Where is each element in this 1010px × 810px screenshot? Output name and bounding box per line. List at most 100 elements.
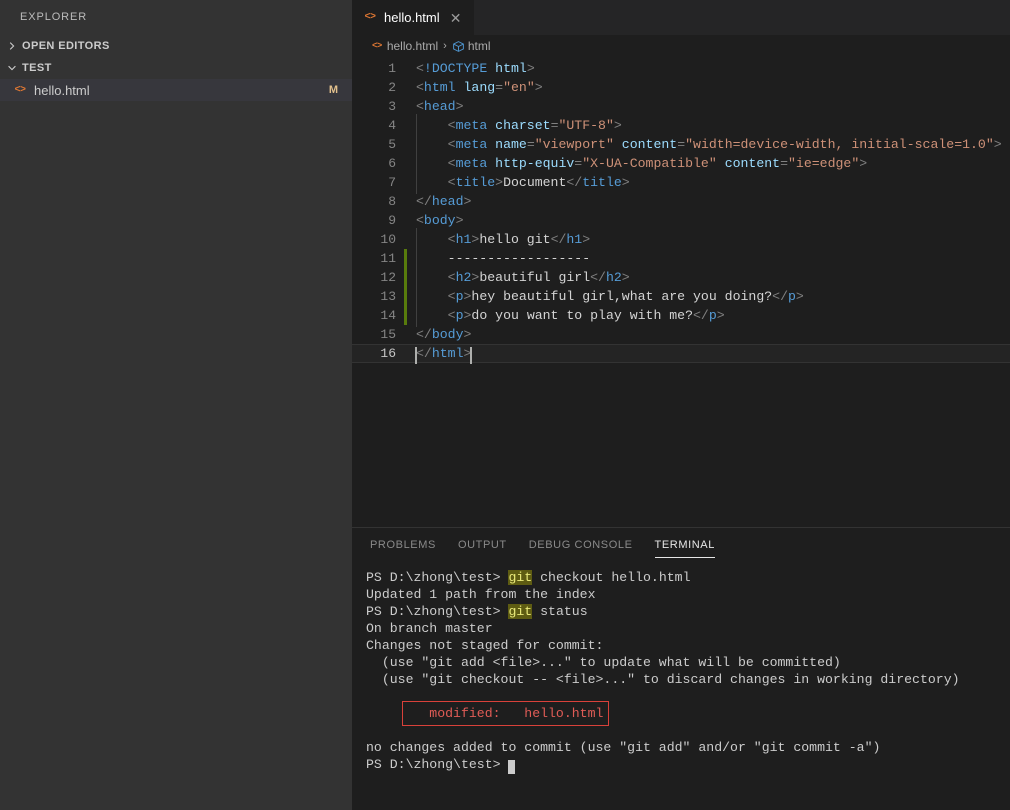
code-token: h2 (605, 270, 622, 285)
code-token: head (431, 194, 464, 209)
gutter (396, 211, 416, 230)
html-file-icon: <> (364, 12, 376, 23)
code-token: > (795, 289, 804, 304)
panel-tab-debug-console[interactable]: DEBUG CONSOLE (529, 528, 633, 563)
terminal-output-line: On branch master (366, 621, 493, 636)
code-line[interactable]: 2 <html lang="en"> (352, 78, 1010, 97)
code-token: content (724, 156, 781, 171)
code-editor[interactable]: 1 <!DOCTYPE html> 2 <html lang="en"> 3 <head>… (352, 57, 1010, 527)
code-token: p (455, 308, 464, 323)
terminal-cursor (508, 760, 516, 774)
code-token: </ (772, 289, 788, 304)
code-token: > (613, 118, 622, 133)
code-line[interactable]: 4 <meta charset="UTF-8"> (352, 114, 1010, 137)
code-line-text: ------------------ (416, 247, 1010, 270)
code-token: < (447, 175, 456, 190)
gutter (396, 154, 416, 173)
terminal-output[interactable]: PS D:\zhong\test> git checkout hello.htm… (352, 563, 1010, 810)
code-token: p (787, 289, 796, 304)
code-line[interactable]: 9 <body> (352, 211, 1010, 230)
code-line[interactable]: 10 <h1>hello git</h1> (352, 228, 1010, 251)
code-token: = (677, 137, 686, 152)
sidebar-section-open-editors[interactable]: OPEN EDITORS (0, 35, 352, 57)
code-line[interactable]: 12 <h2>beautiful girl</h2> (352, 266, 1010, 289)
bottom-panel: PROBLEMS OUTPUT DEBUG CONSOLE TERMINAL PS D… (352, 527, 1010, 810)
code-token: lang (463, 80, 496, 95)
code-token: hello git (479, 232, 551, 247)
code-token: do you want to play with me? (471, 308, 694, 323)
code-line[interactable]: 3 <head> (352, 97, 1010, 116)
code-line-text: </head> (416, 192, 1010, 211)
line-number: 14 (380, 308, 396, 323)
terminal-command-keyword: git (508, 604, 533, 619)
code-token: meta (455, 118, 488, 133)
panel-tab-terminal[interactable]: TERMINAL (654, 528, 716, 563)
code-token: = (780, 156, 789, 171)
code-line[interactable]: 5 <meta name="viewport" content="width=d… (352, 133, 1010, 156)
code-token: > (859, 156, 868, 171)
indent-guide (416, 133, 448, 156)
code-line[interactable]: 13 <p>hey beautiful girl,what are you do… (352, 285, 1010, 308)
code-token: !DOCTYPE (423, 61, 488, 76)
git-status-badge: M (328, 84, 338, 96)
indent-guide (416, 114, 448, 137)
terminal-prompt-line: PS D:\zhong\test> git checkout hello.htm… (366, 569, 1010, 586)
line-number: 1 (388, 61, 396, 76)
code-token: h1 (455, 232, 472, 247)
breadcrumb-file[interactable]: <> hello.html (372, 39, 438, 53)
code-line[interactable]: 11 ------------------ (352, 247, 1010, 270)
indent-guide (416, 171, 448, 194)
code-line[interactable]: 6 <meta http-equiv = "X-UA-Compatible" con… (352, 152, 1010, 175)
code-line[interactable]: 14 <p>do you want to play with me?</p> (352, 304, 1010, 327)
code-token: html (431, 346, 464, 361)
close-icon[interactable]: ✕ (448, 10, 464, 26)
panel-tab-problems[interactable]: PROBLEMS (370, 528, 436, 563)
terminal-prompt: PS D:\zhong\test> (366, 570, 501, 585)
terminal-prompt: PS D:\zhong\test> (366, 604, 501, 619)
terminal-output-line: Changes not staged for commit: (366, 638, 604, 653)
code-line[interactable]: 15 </body> (352, 325, 1010, 344)
code-line[interactable]: 16 </html> (352, 344, 1010, 364)
gutter (396, 325, 416, 344)
code-token: > (463, 327, 472, 342)
terminal-command-args: checkout hello.html (532, 570, 691, 585)
line-number: 16 (380, 346, 396, 361)
section-label-open-editors: OPEN EDITORS (22, 40, 110, 52)
breadcrumb-symbol-label: html (467, 39, 491, 53)
code-token: > (526, 61, 535, 76)
code-token: < (447, 118, 456, 133)
breadcrumb-symbol[interactable]: html (452, 39, 491, 53)
code-token: body (423, 213, 456, 228)
code-line-text: <meta name="viewport" content="width=dev… (416, 133, 1010, 156)
line-number: 4 (388, 118, 396, 133)
sidebar-section-test[interactable]: TEST (0, 57, 352, 79)
code-token: title (582, 175, 622, 190)
line-number: 3 (388, 99, 396, 114)
code-line[interactable]: 8 </head> (352, 192, 1010, 211)
code-line-text: <h2>beautiful girl</h2> (416, 266, 1010, 289)
panel-tab-output[interactable]: OUTPUT (458, 528, 507, 563)
code-token: p (455, 289, 464, 304)
indent-guide (416, 266, 448, 289)
code-line[interactable]: 1 <!DOCTYPE html> (352, 59, 1010, 78)
code-line-text: <title>Document</title> (416, 171, 1010, 194)
breadcrumb: <> hello.html › html (352, 35, 1010, 57)
gutter (396, 59, 416, 78)
code-line[interactable]: 7 <title>Document</title> (352, 171, 1010, 194)
panel-tabbar: PROBLEMS OUTPUT DEBUG CONSOLE TERMINAL (352, 528, 1010, 563)
tab-hello-html[interactable]: <> hello.html ✕ (352, 0, 475, 35)
gutter (396, 344, 416, 363)
line-number: 13 (380, 289, 396, 304)
code-line-text: <html lang="en"> (416, 78, 1010, 97)
code-token: body (431, 327, 464, 342)
sidebar-file-hello-html[interactable]: <> hello.html M (0, 79, 352, 101)
code-token: < (416, 61, 424, 76)
code-line-text: <meta http-equiv = "X-UA-Compatible" conte… (416, 152, 1010, 175)
line-number: 6 (388, 156, 396, 171)
code-token: </ (590, 270, 606, 285)
line-number: 8 (388, 194, 396, 209)
code-token: "UTF-8" (558, 118, 614, 133)
line-number: 11 (380, 251, 396, 266)
